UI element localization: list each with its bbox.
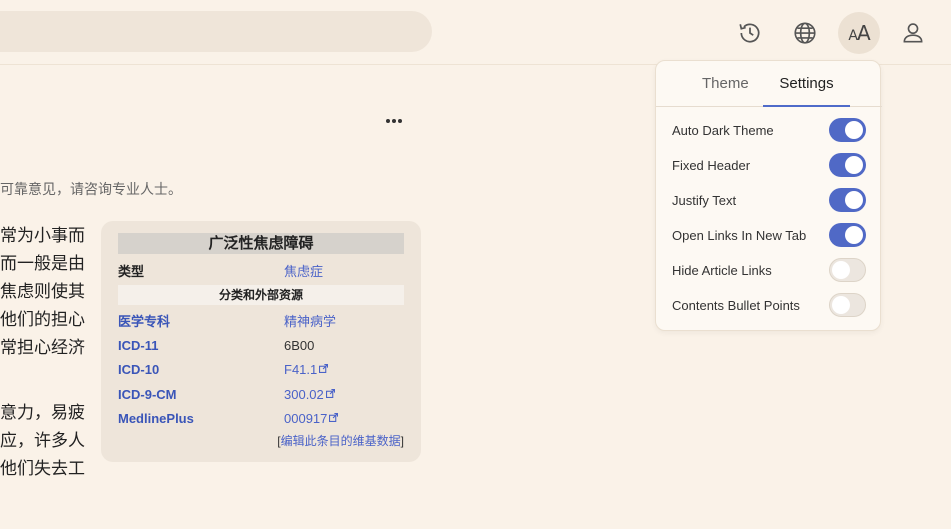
infobox-key: 类型	[118, 263, 145, 279]
globe-icon	[794, 22, 816, 44]
infobox-row: MedlinePlus 000917	[118, 407, 404, 432]
infobox-value-link[interactable]: F41.1	[284, 362, 329, 377]
auto-dark-theme-toggle[interactable]	[829, 118, 866, 142]
text-line: 常担心经济	[0, 338, 85, 357]
option-label: Hide Article Links	[672, 262, 772, 278]
external-link-icon	[325, 388, 335, 398]
infobox-key-link[interactable]: 医学专科	[118, 311, 284, 330]
infobox: 广泛性焦虑障碍 类型 焦虑症 分类和外部资源 医学专科 精神病学 ICD-11 …	[101, 221, 421, 462]
infobox-value-link[interactable]: 000917	[284, 411, 339, 426]
infobox-row-type: 类型 焦虑症	[118, 258, 404, 283]
option-label: Fixed Header	[672, 157, 751, 173]
text-line: 常为小事而	[0, 226, 85, 245]
top-bar: AA	[0, 0, 951, 65]
infobox-row: ICD-10 F41.1	[118, 358, 404, 383]
infobox-value-link[interactable]: 精神病学	[284, 311, 336, 330]
option-auto-dark-theme: Auto Dark Theme	[672, 118, 866, 142]
more-options-button[interactable]	[383, 112, 405, 130]
edit-wikidata-link[interactable]: [编辑此条目的维基数据]	[118, 432, 404, 449]
option-hide-article-links: Hide Article Links	[672, 258, 866, 282]
contents-bullet-points-toggle[interactable]	[829, 293, 866, 317]
disclaimer-text: 可靠意见，请咨询专业人士。	[0, 181, 182, 197]
option-label: Contents Bullet Points	[672, 297, 800, 313]
settings-panel: Theme Settings Auto Dark Theme Fixed Hea…	[655, 60, 882, 331]
history-icon	[739, 23, 760, 43]
tab-theme[interactable]: Theme	[702, 75, 749, 92]
text-line: 应，许多人	[0, 431, 85, 450]
infobox-key-link[interactable]: ICD-10	[118, 362, 284, 377]
user-icon	[903, 23, 923, 43]
infobox-value-link[interactable]: 焦虑症	[284, 261, 323, 280]
infobox-section-header: 分类和外部资源	[118, 284, 404, 305]
text-line: 而一般是由	[0, 254, 85, 273]
hide-article-links-toggle[interactable]	[829, 258, 866, 282]
text-line: 意力，易疲	[0, 403, 85, 422]
option-justify-text: Justify Text	[672, 188, 866, 212]
font-size-icon: AA	[848, 21, 870, 45]
external-link-icon	[319, 364, 329, 374]
infobox-row: ICD-11 6B00	[118, 333, 404, 358]
text-line: 他们失去工	[0, 459, 85, 478]
language-button[interactable]	[784, 12, 826, 54]
infobox-row: 医学专科 精神病学	[118, 309, 404, 334]
tab-settings[interactable]: Settings	[763, 61, 850, 107]
option-label: Justify Text	[672, 192, 737, 208]
infobox-title: 广泛性焦虑障碍	[118, 233, 404, 254]
infobox-key-link[interactable]: MedlinePlus	[118, 411, 284, 426]
article-paragraph-1: 常为小事而 而一般是由 焦虑则使其 他们的担心 常担心经济	[0, 222, 90, 362]
text-line: 他们的担心	[0, 310, 85, 329]
infobox-value: 6B00	[284, 337, 315, 353]
infobox-value-link[interactable]: 300.02	[284, 387, 335, 402]
search-input[interactable]	[0, 11, 432, 52]
option-label: Open Links In New Tab	[672, 227, 807, 243]
open-links-new-tab-toggle[interactable]	[829, 223, 866, 247]
history-button[interactable]	[729, 12, 771, 54]
panel-tabs: Theme Settings	[656, 61, 882, 107]
page: AA 可靠意见，请咨询专业人士。 常为小事而 而一般是由 焦虑则使其 他们的担心…	[0, 0, 951, 529]
infobox-key-link[interactable]: ICD-9-CM	[118, 387, 284, 402]
option-open-links-new-tab: Open Links In New Tab	[672, 223, 866, 247]
article-paragraph-2: 意力，易疲 应，许多人 他们失去工	[0, 399, 90, 483]
justify-text-toggle[interactable]	[829, 188, 866, 212]
option-contents-bullet-points: Contents Bullet Points	[672, 293, 866, 317]
external-link-icon	[329, 413, 339, 423]
infobox-row: ICD-9-CM 300.02	[118, 382, 404, 407]
option-label: Auto Dark Theme	[672, 122, 774, 138]
appearance-button[interactable]: AA	[838, 12, 880, 54]
account-button[interactable]	[892, 12, 934, 54]
infobox-key-link[interactable]: ICD-11	[118, 338, 284, 353]
fixed-header-toggle[interactable]	[829, 153, 866, 177]
option-fixed-header: Fixed Header	[672, 153, 866, 177]
text-line: 焦虑则使其	[0, 282, 85, 301]
